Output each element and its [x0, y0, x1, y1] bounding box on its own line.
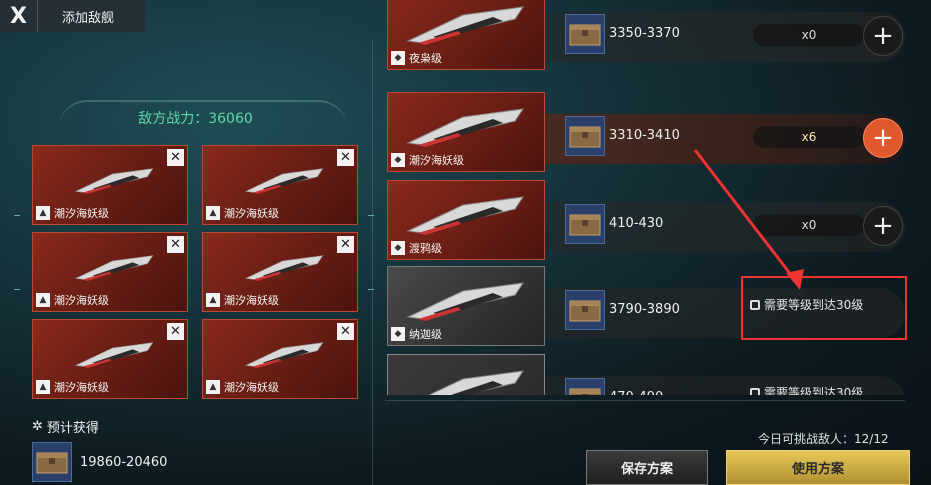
- ship-label: ◆ 夜枭级: [391, 50, 442, 66]
- slot-ship-name: 潮汐海妖级: [54, 294, 109, 307]
- ship-image: [61, 253, 171, 283]
- crate-icon: [565, 204, 605, 244]
- remove-slot-button[interactable]: ✕: [167, 236, 184, 253]
- ship-card[interactable]: ◆ 纳迦级: [387, 266, 545, 346]
- rank-icon: ▲: [206, 380, 220, 394]
- reward-range: 3310-3410: [609, 128, 680, 143]
- ship-name: 渡鸦级: [409, 242, 442, 255]
- rank-icon: ◆: [391, 153, 405, 167]
- use-plan-button[interactable]: 使用方案: [726, 450, 910, 485]
- slot-ship-name: 潮汐海妖级: [54, 207, 109, 220]
- ship-name: 纳迦级: [409, 328, 442, 341]
- ship-image: [403, 279, 533, 324]
- enemy-slot[interactable]: ✕ ▲ 潮汐海妖级: [32, 319, 188, 399]
- ship-row[interactable]: ◆ 渡鸦级 410-430 x0 +: [385, 180, 931, 260]
- ship-image: [403, 367, 533, 395]
- ship-name: 夜枭级: [409, 52, 442, 65]
- rank-icon: ▲: [36, 206, 50, 220]
- ship-image: [61, 166, 171, 196]
- annotation-arrow: [693, 149, 804, 290]
- reward-value: 19860-20460: [80, 455, 168, 470]
- remove-slot-button[interactable]: ✕: [167, 149, 184, 166]
- enemy-slot[interactable]: ✕ ▲ 潮汐海妖级: [202, 232, 358, 312]
- ship-image: [231, 340, 341, 370]
- add-ship-button[interactable]: +: [863, 206, 903, 246]
- reward-range: 3350-3370: [609, 26, 680, 41]
- ship-row[interactable]: ◆ 潮汐海妖级 3310-3410 x6 +: [385, 92, 931, 172]
- ship-image: [403, 3, 533, 48]
- lock-icon: [750, 387, 760, 395]
- list-divider: [385, 400, 905, 401]
- rank-icon: ◆: [391, 51, 405, 65]
- rank-icon: ▲: [36, 293, 50, 307]
- save-plan-button[interactable]: 保存方案: [586, 450, 708, 485]
- ship-image: [231, 253, 341, 283]
- ship-row[interactable]: ◆ 夜枭级 3350-3370 x0 +: [385, 0, 931, 70]
- close-button[interactable]: X: [0, 0, 38, 32]
- challenge-count: 今日可挑战敌人：12/12: [758, 432, 889, 446]
- locked-label: 需要等级到达30级: [750, 384, 863, 395]
- crate-icon: [565, 116, 605, 156]
- ship-name: 潮汐海妖级: [409, 154, 464, 167]
- slot-ship-name: 潮汐海妖级: [224, 294, 279, 307]
- rank-icon: ▲: [206, 206, 220, 220]
- annotation-highlight: [741, 276, 907, 340]
- crate-icon: [565, 290, 605, 330]
- gear-icon: ✲: [32, 419, 43, 434]
- reward-range: 3790-3890: [609, 302, 680, 317]
- ship-count: x0: [753, 24, 865, 46]
- rank-icon: ▲: [36, 380, 50, 394]
- left-bracket: [14, 215, 20, 290]
- enemy-slot[interactable]: ✕ ▲ 潮汐海妖级: [202, 319, 358, 399]
- slot-label: ▲ 潮汐海妖级: [206, 292, 279, 308]
- add-ship-button[interactable]: +: [863, 118, 903, 158]
- ship-image: [231, 166, 341, 196]
- slot-label: ▲ 潮汐海妖级: [36, 292, 109, 308]
- ship-card[interactable]: [387, 354, 545, 395]
- enemy-slot[interactable]: ✕ ▲ 潮汐海妖级: [202, 145, 358, 225]
- rank-icon: ◆: [391, 241, 405, 255]
- ship-label: ◆ 纳迦级: [391, 326, 442, 342]
- remove-slot-button[interactable]: ✕: [337, 149, 354, 166]
- ship-row[interactable]: 470-490 需要等级到达30级: [385, 354, 931, 395]
- slot-label: ▲ 潮汐海妖级: [36, 205, 109, 221]
- enemy-power-label: 敌方战力：36060: [138, 111, 253, 127]
- ship-card[interactable]: ◆ 潮汐海妖级: [387, 92, 545, 172]
- slot-ship-name: 潮汐海妖级: [54, 381, 109, 394]
- ship-image: [403, 105, 533, 150]
- crate-icon: [32, 442, 72, 482]
- ship-label: ◆ 潮汐海妖级: [391, 152, 464, 168]
- reward-range: 410-430: [609, 216, 664, 231]
- ship-card[interactable]: ◆ 夜枭级: [387, 0, 545, 70]
- slot-label: ▲ 潮汐海妖级: [36, 379, 109, 395]
- rank-icon: ◆: [391, 327, 405, 341]
- crate-icon: [565, 378, 605, 395]
- slot-ship-name: 潮汐海妖级: [224, 381, 279, 394]
- reward-title-text: 预计获得: [46, 421, 99, 436]
- slot-label: ▲ 潮汐海妖级: [206, 379, 279, 395]
- crate-icon: [565, 14, 605, 54]
- slot-label: ▲ 潮汐海妖级: [206, 205, 279, 221]
- ship-label: ◆ 渡鸦级: [391, 240, 442, 256]
- locked-text: 需要等级到达30级: [764, 386, 864, 395]
- top-bar: X 添加敌舰: [0, 0, 145, 32]
- remove-slot-button[interactable]: ✕: [337, 323, 354, 340]
- add-ship-button[interactable]: +: [863, 16, 903, 56]
- ship-image: [403, 193, 533, 238]
- reward-title: ✲ 预计获得: [32, 417, 99, 436]
- ship-image: [61, 340, 171, 370]
- ship-card[interactable]: ◆ 渡鸦级: [387, 180, 545, 260]
- page-title: 添加敌舰: [62, 10, 115, 26]
- right-bracket: [368, 215, 374, 290]
- enemy-slot[interactable]: ✕ ▲ 潮汐海妖级: [32, 145, 188, 225]
- reward-range: 470-490: [609, 390, 663, 395]
- slot-ship-name: 潮汐海妖级: [224, 207, 279, 220]
- remove-slot-button[interactable]: ✕: [167, 323, 184, 340]
- remove-slot-button[interactable]: ✕: [337, 236, 354, 253]
- enemy-slot[interactable]: ✕ ▲ 潮汐海妖级: [32, 232, 188, 312]
- rank-icon: ▲: [206, 293, 220, 307]
